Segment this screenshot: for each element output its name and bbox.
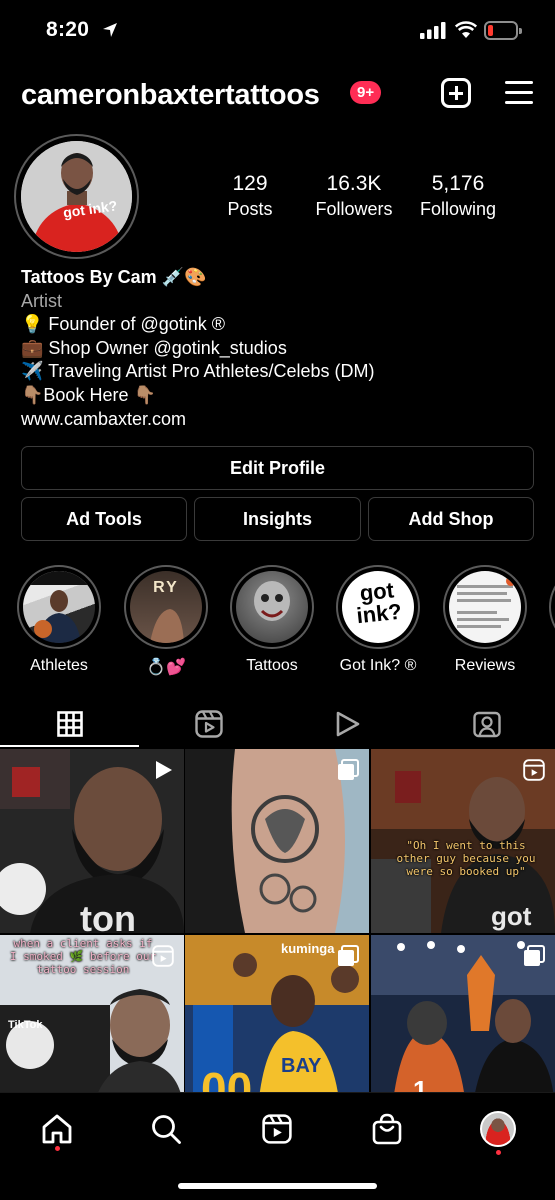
highlight-label: 💍💕 [146, 659, 186, 676]
highlight-cover [236, 571, 308, 643]
highlight-rings[interactable]: RY 💍💕 [124, 565, 208, 677]
stat-value: 16.3K [326, 172, 382, 195]
posts-grid: ton got "Oh I went to this other guy bec… [0, 749, 555, 1092]
jersey-text: BAY [281, 1055, 322, 1077]
edit-profile-button[interactable]: Edit Profile [21, 446, 534, 490]
nav-reels[interactable] [257, 1109, 297, 1149]
profile-header: cameronbaxtertattoos 9+ [0, 72, 555, 120]
grid-icon [56, 711, 83, 737]
cellular-signal-icon [420, 22, 446, 39]
avatar: got ink? [21, 141, 132, 252]
stat-label: Followers [315, 199, 393, 219]
profile-avatar[interactable]: got ink? [14, 134, 139, 259]
active-tab-indicator [0, 745, 139, 747]
search-icon [152, 1115, 181, 1144]
grid-post[interactable] [185, 749, 369, 933]
notification-badge[interactable]: 9+ [350, 81, 382, 104]
nav-shop[interactable] [367, 1109, 407, 1149]
display-name: Tattoos By Cam 💉🎨 [21, 267, 207, 287]
website-link[interactable]: www.cambaxter.com [21, 408, 541, 432]
highlight-label: Athletes [30, 657, 88, 674]
carousel-badge-icon [524, 945, 545, 966]
profile-bio: Tattoos By Cam 💉🎨 Artist 💡 Founder of @g… [21, 266, 541, 431]
tab-grid[interactable] [0, 700, 139, 748]
home-indicator [178, 1183, 377, 1189]
nav-profile[interactable] [478, 1109, 518, 1149]
bio-line: ✈️ Traveling Artist Pro Athletes/Celebs … [21, 361, 375, 382]
highlight-label: Reviews [454, 657, 516, 674]
shopping-bag-icon [372, 1113, 402, 1145]
highlight-reviews[interactable]: Reviews [443, 565, 527, 675]
grid-post[interactable]: when a client asks if I smoked 🌿 before … [0, 935, 184, 1092]
carousel-badge-icon [338, 945, 359, 966]
status-bar: 8:20 [0, 0, 555, 62]
bio-line: 💼 Shop Owner @gotink_studios [21, 337, 287, 358]
followers-count[interactable]: 16.3K Followers [310, 172, 398, 220]
hamburger-menu-icon[interactable] [505, 81, 533, 105]
grid-post[interactable]: got "Oh I went to this other guy because… [371, 749, 555, 933]
highlight-partial[interactable] [549, 565, 555, 649]
highlight-cover: RY [130, 571, 202, 643]
svg-text:00: 00 [201, 1063, 252, 1092]
post-caption: when a client asks if I smoked 🌿 before … [9, 937, 157, 976]
tab-reels[interactable] [139, 700, 278, 748]
stat-value: 129 [232, 172, 268, 195]
wifi-icon [455, 21, 477, 38]
tab-videos[interactable] [278, 700, 417, 748]
nav-search[interactable] [146, 1109, 186, 1149]
stat-label: Following [419, 199, 497, 219]
nav-home[interactable] [37, 1109, 77, 1149]
insights-button[interactable]: Insights [194, 497, 361, 541]
reels-icon [194, 710, 223, 738]
svg-text:ton: ton [80, 898, 136, 933]
reel-badge-icon [523, 759, 545, 781]
location-arrow-icon [103, 23, 117, 37]
play-icon [336, 711, 359, 737]
add-shop-button[interactable]: Add Shop [368, 497, 534, 541]
carousel-badge-icon [338, 759, 359, 780]
notification-dot [55, 1146, 60, 1151]
reels-icon [262, 1114, 292, 1144]
notification-dot [496, 1150, 501, 1155]
svg-text:got: got [491, 901, 532, 931]
username-switcher[interactable]: cameronbaxtertattoos [21, 79, 320, 112]
highlight-label: Got Ink? ® [339, 657, 417, 674]
stat-label: Posts [227, 199, 273, 219]
bio-line: 💡 Founder of @gotink ® [21, 314, 226, 335]
tab-tagged[interactable] [417, 700, 555, 748]
bio-line: 👇🏽Book Here 👇🏽 [21, 384, 156, 405]
create-post-button[interactable] [441, 78, 471, 108]
highlight-cover [449, 571, 521, 643]
highlight-got-ink[interactable]: got ink? Got Ink? ® [336, 565, 420, 675]
tiktok-watermark: TikTok [8, 1019, 43, 1031]
reel-badge-icon [152, 945, 174, 967]
grid-post[interactable]: ton [0, 749, 184, 933]
grid-post[interactable]: 1 [371, 935, 555, 1092]
profile-tabs [0, 700, 555, 748]
ad-tools-button[interactable]: Ad Tools [21, 497, 187, 541]
highlight-cover-text: got ink? [355, 577, 403, 629]
highlight-athletes[interactable]: Athletes [17, 565, 101, 675]
avatar [480, 1111, 516, 1147]
status-time: 8:20 [46, 18, 90, 41]
home-icon [42, 1114, 72, 1144]
post-name-text: kuminga [281, 941, 335, 956]
highlight-tattoos[interactable]: Tattoos [230, 565, 314, 675]
stat-value: 5,176 [431, 172, 485, 195]
posts-count[interactable]: 129 Posts [217, 172, 283, 220]
following-count[interactable]: 5,176 Following [414, 172, 502, 220]
profile-category: Artist [21, 290, 63, 311]
highlight-label: Tattoos [246, 657, 298, 674]
highlight-cover: got ink? [342, 571, 414, 643]
battery-icon [484, 21, 522, 40]
highlight-cover [23, 571, 95, 643]
reel-badge-icon [156, 761, 172, 779]
grid-post[interactable]: 00 kuminga BAY [185, 935, 369, 1092]
tagged-icon [472, 711, 501, 738]
jersey-text: 1 [413, 1075, 428, 1092]
post-caption: "Oh I went to this other guy because you… [396, 839, 536, 878]
